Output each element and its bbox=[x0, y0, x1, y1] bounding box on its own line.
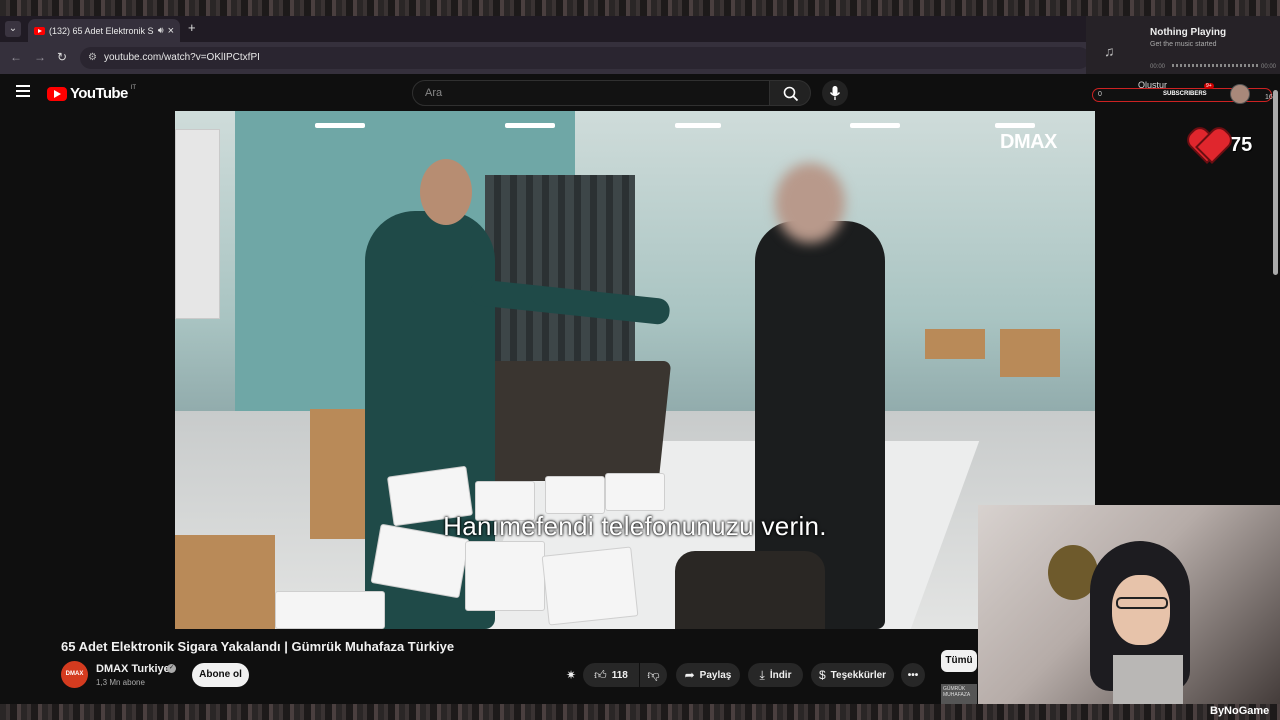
thanks-label: Teşekkürler bbox=[830, 669, 887, 681]
music-time-start: 00:00 bbox=[1150, 64, 1166, 70]
user-avatar[interactable] bbox=[1230, 84, 1250, 104]
youtube-play-logo-icon bbox=[47, 86, 67, 101]
e-cigarette-box bbox=[275, 591, 385, 629]
microphone-icon bbox=[829, 86, 841, 100]
bottom-decorative-strip bbox=[0, 704, 1280, 720]
music-title: Nothing Playing bbox=[1150, 27, 1227, 38]
top-decorative-strip bbox=[0, 0, 1280, 16]
clip-button[interactable]: ✷ bbox=[561, 663, 581, 687]
cardboard-box bbox=[175, 535, 275, 629]
back-arrow-icon[interactable]: ← bbox=[10, 50, 22, 64]
e-cigarette-box bbox=[541, 546, 639, 626]
download-icon: ⤓ bbox=[759, 667, 765, 682]
subscriber-goal-start: 0 bbox=[1098, 91, 1102, 98]
thumbs-up-icon: 👍︎ bbox=[594, 667, 607, 682]
stream-subscriber-overlay: Oluştur 0 SUBSCRIBERS 9+ 16 bbox=[1090, 80, 1280, 106]
wall-poster bbox=[175, 129, 220, 319]
clip-sparkle-icon: ✷ bbox=[565, 668, 577, 682]
heart-count: 75 bbox=[1230, 133, 1253, 156]
forward-arrow-icon[interactable]: → bbox=[34, 50, 46, 64]
video-subtitle: Hanımefendi telefonunuzu verin. bbox=[443, 511, 827, 541]
share-arrow-icon: ➦ bbox=[684, 668, 695, 682]
e-cigarette-box bbox=[605, 473, 665, 511]
like-button[interactable]: 👍︎ 118 bbox=[583, 663, 639, 687]
cardboard-box bbox=[1000, 329, 1060, 377]
tab-list-chevron-icon[interactable]: ⌄ bbox=[5, 21, 21, 37]
youtube-favicon-icon bbox=[34, 26, 45, 35]
ceiling-light bbox=[850, 123, 900, 128]
dmax-channel-watermark: DMAX bbox=[1000, 131, 1057, 153]
search-icon bbox=[783, 86, 799, 102]
passenger-blurred-face bbox=[775, 163, 845, 243]
notification-badge: 9+ bbox=[1204, 83, 1214, 89]
download-button[interactable]: ⤓ İndir bbox=[748, 663, 803, 687]
reload-icon[interactable]: ↻ bbox=[57, 50, 67, 64]
music-subtitle: Get the music started bbox=[1150, 41, 1217, 48]
new-tab-plus-icon[interactable]: + bbox=[188, 20, 196, 35]
subscribers-label: SUBSCRIBERS bbox=[1163, 91, 1207, 97]
youtube-logo[interactable]: YouTube IT bbox=[47, 85, 136, 102]
ceiling-light bbox=[505, 123, 555, 128]
youtube-logo-text: YouTube bbox=[70, 85, 128, 102]
verified-check-icon: ✓ bbox=[167, 664, 176, 673]
channel-name[interactable]: DMAX Turkiye bbox=[96, 663, 170, 675]
download-label: İndir bbox=[769, 669, 792, 681]
tab-close-icon[interactable]: × bbox=[168, 25, 174, 37]
search-input[interactable]: Ara bbox=[412, 80, 770, 106]
e-cigarette-box bbox=[465, 541, 545, 611]
open-suitcase bbox=[468, 361, 672, 481]
url-field[interactable]: ⚙ youtube.com/watch?v=OKlIPCtxfPI bbox=[80, 47, 1090, 69]
hamburger-menu-icon[interactable] bbox=[16, 85, 30, 97]
search-placeholder: Ara bbox=[425, 87, 443, 99]
voice-search-button[interactable] bbox=[822, 80, 848, 106]
youtube-header: YouTube IT Ara bbox=[0, 74, 1280, 112]
webcam-streamer-glasses bbox=[1116, 597, 1168, 609]
scrollbar-thumb[interactable] bbox=[1273, 90, 1278, 275]
music-note-icon: ♫ bbox=[1104, 43, 1115, 59]
more-dots-icon: ••• bbox=[907, 669, 919, 681]
music-time-end: 00:00 bbox=[1261, 64, 1277, 70]
thanks-button[interactable]: $ Teşekkürler bbox=[811, 663, 894, 687]
subscriber-count: 1,3 Mn abone bbox=[96, 678, 145, 687]
url-text: youtube.com/watch?v=OKlIPCtxfPI bbox=[104, 52, 260, 63]
more-actions-button[interactable]: ••• bbox=[901, 663, 925, 687]
webcam-streamer-face bbox=[1112, 575, 1170, 645]
tab-title: (132) 65 Adet Elektronik Sigara bbox=[49, 25, 154, 36]
music-progress-bar bbox=[1172, 64, 1258, 67]
thanks-dollar-icon: $ bbox=[818, 668, 826, 682]
thumbs-down-icon: 👎︎ bbox=[647, 667, 660, 682]
share-label: Paylaş bbox=[699, 669, 732, 681]
ceiling-light bbox=[315, 123, 365, 128]
subscribe-button[interactable]: Abone ol bbox=[192, 663, 249, 687]
webcam-streamer-shirt bbox=[1113, 655, 1183, 704]
dislike-button[interactable]: 👎︎ bbox=[640, 663, 667, 687]
black-bag bbox=[675, 551, 825, 629]
heart-icon bbox=[1188, 126, 1226, 164]
ceiling-light bbox=[995, 123, 1035, 128]
share-button[interactable]: ➦ Paylaş bbox=[676, 663, 740, 687]
speaker-icon[interactable]: 🔊︎ bbox=[158, 25, 164, 36]
streamer-webcam bbox=[978, 505, 1280, 704]
e-cigarette-box bbox=[545, 476, 605, 514]
like-count: 118 bbox=[611, 669, 628, 681]
recommended-video-thumbnail[interactable]: GÜMRÜK MUHAFAZA bbox=[941, 684, 977, 704]
browser-tab-active[interactable]: (132) 65 Adet Elektronik Sigara 🔊︎ × bbox=[28, 19, 180, 42]
search-button[interactable] bbox=[769, 80, 811, 106]
filter-chip-all[interactable]: Tümü bbox=[941, 650, 977, 672]
video-title: 65 Adet Elektronik Sigara Yakalandı | Gü… bbox=[61, 639, 455, 654]
site-info-icon[interactable]: ⚙ bbox=[88, 47, 97, 69]
country-code: IT bbox=[130, 85, 137, 91]
channel-avatar[interactable]: DMAX bbox=[61, 661, 88, 688]
ceiling-light bbox=[675, 123, 721, 128]
streamer-watermark: ByNoGame bbox=[1210, 705, 1270, 717]
video-player[interactable]: DMAX Hanımefendi telefonunuzu verin. bbox=[175, 111, 1095, 629]
heart-counter-overlay: 75 bbox=[1188, 126, 1252, 164]
cardboard-box bbox=[925, 329, 985, 359]
customs-officer-head bbox=[420, 159, 472, 225]
